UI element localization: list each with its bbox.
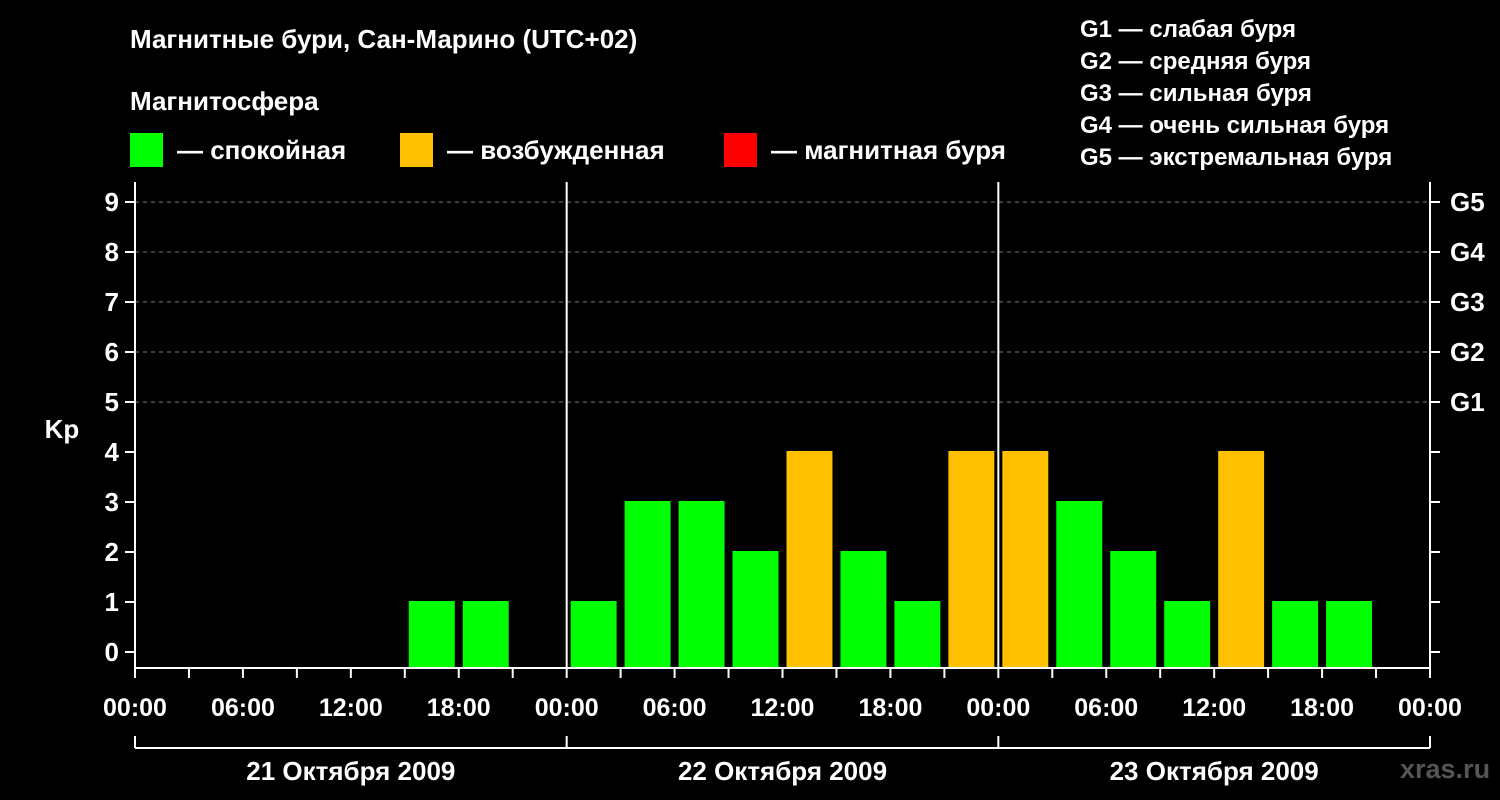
- kp-bar: [840, 551, 887, 667]
- day-label: 23 Октября 2009: [1110, 756, 1319, 786]
- g-scale-label: G3: [1450, 287, 1485, 317]
- g-scale-label: G1: [1450, 387, 1485, 417]
- x-tick-label: 18:00: [858, 694, 922, 722]
- kp-bar: [948, 451, 995, 667]
- kp-bar: [570, 601, 617, 667]
- x-tick-label: 00:00: [966, 694, 1030, 722]
- x-tick-label: 12:00: [1182, 694, 1246, 722]
- y-tick-label: 0: [105, 637, 119, 667]
- x-tick-label: 00:00: [103, 694, 167, 722]
- x-tick-label: 18:00: [427, 694, 491, 722]
- x-tick-label: 12:00: [751, 694, 815, 722]
- kp-bar: [1002, 451, 1049, 667]
- kp-bar: [1164, 601, 1211, 667]
- y-tick-label: 5: [105, 387, 119, 417]
- kp-bar: [678, 501, 725, 667]
- kp-bar: [1272, 601, 1319, 667]
- kp-bar: [462, 601, 509, 667]
- y-tick-label: 1: [105, 587, 119, 617]
- kp-bar: [1056, 501, 1103, 667]
- y-tick-label: 8: [105, 237, 119, 267]
- kp-bar: [786, 451, 833, 667]
- kp-bar: [1218, 451, 1265, 667]
- x-tick-label: 18:00: [1290, 694, 1354, 722]
- day-label: 22 Октября 2009: [678, 756, 887, 786]
- g-scale-label: G2: [1450, 337, 1485, 367]
- x-tick-label: 00:00: [535, 694, 599, 722]
- g-scale-label: G4: [1450, 237, 1485, 267]
- kp-bar: [732, 551, 779, 667]
- x-tick-label: 06:00: [643, 694, 707, 722]
- y-tick-label: 7: [105, 287, 119, 317]
- x-tick-label: 12:00: [319, 694, 383, 722]
- kp-bar: [1326, 601, 1373, 667]
- y-tick-label: 9: [105, 187, 119, 217]
- kp-bar: [894, 601, 941, 667]
- y-axis-label: Kp: [45, 414, 80, 444]
- y-tick-label: 6: [105, 337, 119, 367]
- kp-bar: [408, 601, 455, 667]
- x-tick-label: 06:00: [211, 694, 275, 722]
- y-tick-label: 3: [105, 487, 119, 517]
- kp-chart: 0 1 2 3 4 5 6 7 8 9 G1 G2 G3 G4 G5 Kp 00:00 06:00 12:00 18:…: [45, 182, 1485, 786]
- x-tick-label: 06:00: [1074, 694, 1138, 722]
- kp-bar: [1110, 551, 1157, 667]
- watermark: xras.ru: [1400, 754, 1491, 784]
- y-tick-label: 4: [105, 437, 120, 467]
- x-tick-label: 00:00: [1398, 694, 1462, 722]
- g-scale-label: G5: [1450, 187, 1485, 217]
- kp-bar: [624, 501, 671, 667]
- day-label: 21 Октября 2009: [246, 756, 455, 786]
- y-tick-label: 2: [105, 537, 119, 567]
